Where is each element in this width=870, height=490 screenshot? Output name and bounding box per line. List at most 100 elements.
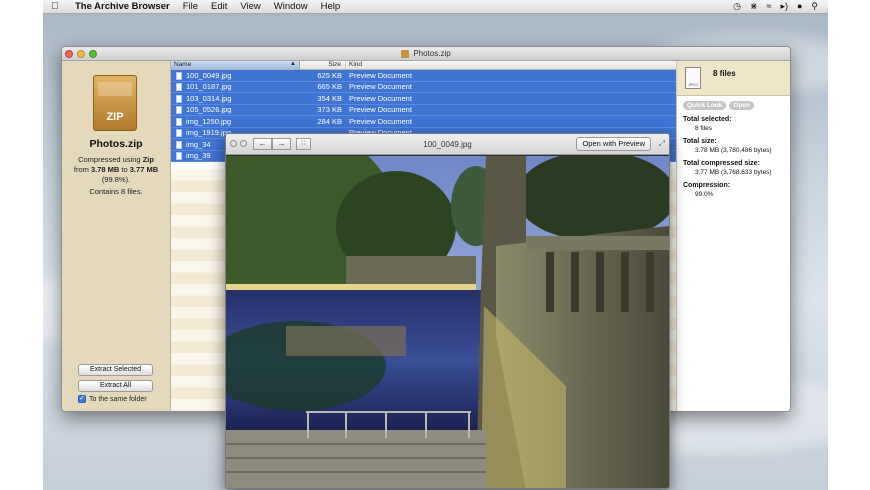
- window-titlebar[interactable]: Photos.zip: [62, 47, 790, 61]
- compression-label: Compression:: [683, 182, 731, 189]
- column-header-kind[interactable]: Kind: [346, 61, 676, 69]
- total-selected-label: Total selected:: [683, 116, 732, 123]
- viewer-navigation: ← →: [253, 138, 291, 150]
- file-size: 373 KB: [317, 105, 342, 115]
- jpeg-document-icon: [685, 67, 701, 89]
- selection-info-panel: 8 files Quick Look Open Total selected: …: [676, 61, 790, 411]
- sort-ascending-icon: ▲: [290, 61, 296, 67]
- compression-value: 99.0%: [695, 191, 714, 198]
- column-header-size[interactable]: Size: [300, 61, 346, 69]
- compression-description: Compressed using Zip from 3.78 MB to 3.7…: [66, 155, 166, 185]
- window-controls: [65, 50, 97, 58]
- document-icon: [176, 129, 182, 138]
- file-row[interactable]: 105_0526.jpg 373 KB Preview Document: [171, 104, 676, 116]
- archive-summary-panel: ZIP Photos.zip Compressed using Zip from…: [62, 61, 171, 411]
- minimize-window-button[interactable]: [77, 50, 85, 58]
- total-size-block: Total size: 3.78 MB (3,780,486 bytes): [683, 137, 772, 155]
- file-size: 625 KB: [317, 70, 342, 80]
- open-with-preview-button[interactable]: Open with Preview: [576, 137, 651, 151]
- previous-arrow-icon[interactable]: ←: [253, 138, 272, 150]
- zip-file-icon: [401, 49, 410, 58]
- total-selected-block: Total selected: 8 files: [683, 115, 732, 133]
- window-title: Photos.zip: [413, 49, 451, 58]
- total-compressed-label: Total compressed size:: [683, 160, 760, 167]
- file-size: 284 KB: [317, 116, 342, 126]
- zip-icon-label: ZIP: [106, 111, 124, 123]
- file-name: 105_0526.jpg: [186, 105, 232, 115]
- same-folder-checkbox[interactable]: ✓: [78, 395, 86, 403]
- photo-image: [226, 156, 669, 488]
- file-kind: Preview Document: [349, 70, 412, 80]
- compressed-using-text: Compressed using: [78, 155, 143, 164]
- zoom-window-button[interactable]: [89, 50, 97, 58]
- status-area: ◷ ⋇ ≈ ▸) ● ⚲: [733, 1, 818, 12]
- selected-files-count: 8 files: [713, 69, 736, 78]
- document-icon: [176, 106, 182, 115]
- photo-preview: [226, 156, 669, 488]
- spotlight-search-icon[interactable]: ⚲: [811, 1, 818, 12]
- document-icon: [176, 83, 182, 92]
- zip-icon-flap: [98, 82, 132, 96]
- file-name: img_1250.jpg: [186, 116, 232, 126]
- info-actions: Quick Look Open: [683, 101, 755, 110]
- quick-look-viewer: ← → ∷ 100_0049.jpg Open with Preview ⤢: [225, 133, 670, 489]
- to-text: to: [119, 165, 130, 174]
- time-machine-icon[interactable]: ◷: [733, 1, 741, 12]
- quick-look-button[interactable]: Quick Look: [683, 101, 727, 110]
- column-header-name[interactable]: Name ▲: [171, 61, 300, 69]
- viewer-window-controls: [230, 140, 247, 147]
- file-row[interactable]: 100_0049.jpg 625 KB Preview Document: [171, 70, 676, 82]
- zip-archive-icon: ZIP: [93, 75, 137, 131]
- info-header: 8 files: [677, 61, 790, 96]
- same-folder-label: To the same folder: [89, 395, 147, 403]
- file-row[interactable]: 101_0187.jpg 665 KB Preview Document: [171, 81, 676, 93]
- list-header: Name ▲ Size Kind: [171, 61, 676, 70]
- index-sheet-icon[interactable]: ∷: [296, 138, 311, 150]
- viewer-close-button[interactable]: [230, 140, 237, 147]
- compression-block: Compression: 99.0%: [683, 181, 730, 199]
- file-size: 354 KB: [317, 93, 342, 103]
- menu-window[interactable]: Window: [274, 1, 308, 12]
- same-folder-option[interactable]: ✓ To the same folder: [78, 395, 147, 403]
- file-kind: Preview Document: [349, 82, 412, 92]
- menu-view[interactable]: View: [240, 1, 260, 12]
- file-size: 665 KB: [317, 82, 342, 92]
- menu-app-name[interactable]: The Archive Browser: [75, 1, 170, 12]
- file-kind: Preview Document: [349, 93, 412, 103]
- bluetooth-icon[interactable]: ⋇: [750, 1, 758, 12]
- menu-file[interactable]: File: [183, 1, 198, 12]
- extract-selected-button[interactable]: Extract Selected: [78, 364, 153, 376]
- user-icon[interactable]: ●: [797, 1, 802, 12]
- expand-icon[interactable]: ⤢: [659, 139, 665, 149]
- from-text: from: [73, 165, 91, 174]
- viewer-toolbar[interactable]: ← → ∷ 100_0049.jpg Open with Preview ⤢: [226, 134, 669, 155]
- file-name: 101_0187.jpg: [186, 82, 232, 92]
- total-size-value: 3.78 MB (3,780,486 bytes): [695, 147, 772, 154]
- file-name: 100_0049.jpg: [186, 70, 232, 80]
- menu-edit[interactable]: Edit: [211, 1, 227, 12]
- viewer-title: 100_0049.jpg: [423, 139, 472, 149]
- close-window-button[interactable]: [65, 50, 73, 58]
- document-icon: [176, 140, 182, 149]
- compression-method: Zip: [142, 155, 154, 164]
- menu-help[interactable]: Help: [321, 1, 341, 12]
- file-row[interactable]: img_1250.jpg 284 KB Preview Document: [171, 116, 676, 128]
- file-row[interactable]: 103_0314.jpg 354 KB Preview Document: [171, 93, 676, 105]
- document-icon: [176, 117, 182, 126]
- open-button[interactable]: Open: [729, 101, 755, 110]
- total-size-label: Total size:: [683, 138, 717, 145]
- next-arrow-icon[interactable]: →: [272, 138, 291, 150]
- document-icon: [176, 71, 182, 80]
- original-size: 3.78 MB: [90, 165, 120, 174]
- file-name: img_34: [186, 139, 211, 149]
- viewer-fullscreen-button[interactable]: [240, 140, 247, 147]
- volume-icon[interactable]: ▸): [780, 1, 788, 12]
- apple-icon[interactable]: : [51, 1, 65, 12]
- compressed-size: 3.77 MB: [129, 165, 159, 174]
- total-compressed-value: 3.77 MB (3,768,633 bytes): [695, 169, 772, 176]
- archive-name: Photos.zip: [89, 138, 143, 150]
- file-kind: Preview Document: [349, 105, 412, 115]
- total-compressed-block: Total compressed size: 3.77 MB (3,768,63…: [683, 159, 772, 177]
- wifi-icon[interactable]: ≈: [767, 1, 772, 12]
- extract-all-button[interactable]: Extract All: [78, 380, 153, 392]
